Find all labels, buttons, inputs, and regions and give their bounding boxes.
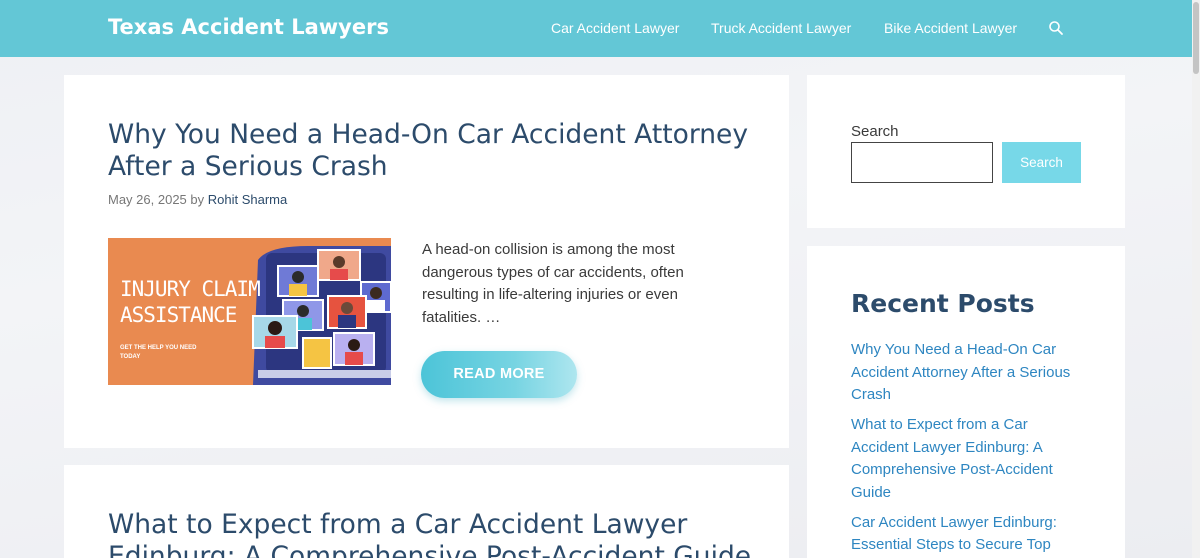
scrollbar-thumb[interactable] bbox=[1193, 2, 1199, 74]
thumbnail-subtitle: GET THE HELP YOU NEED TODAY bbox=[120, 345, 197, 360]
search-input[interactable] bbox=[851, 142, 993, 183]
post-author[interactable]: Rohit Sharma bbox=[208, 192, 287, 207]
nav-car-accident-lawyer[interactable]: Car Accident Lawyer bbox=[551, 20, 679, 36]
search-widget: Search Search bbox=[807, 75, 1125, 228]
read-more-button[interactable]: READ MORE bbox=[421, 351, 577, 398]
recent-posts-title: Recent Posts bbox=[851, 289, 1035, 318]
post-by: by bbox=[190, 192, 205, 207]
site-header: Texas Accident Lawyers Car Accident Lawy… bbox=[0, 0, 1200, 57]
nav-truck-accident-lawyer[interactable]: Truck Accident Lawyer bbox=[711, 20, 851, 36]
scrollbar[interactable] bbox=[1192, 0, 1200, 558]
recent-post-link[interactable]: Why You Need a Head-On Car Accident Atto… bbox=[851, 339, 1081, 407]
post-card: What to Expect from a Car Accident Lawye… bbox=[64, 465, 789, 558]
nav-bike-accident-lawyer[interactable]: Bike Accident Lawyer bbox=[884, 20, 1017, 36]
post-title[interactable]: Why You Need a Head-On Car Accident Atto… bbox=[108, 119, 748, 183]
post-excerpt: A head-on collision is among the most da… bbox=[422, 241, 684, 326]
post-meta: May 26, 2025 by Rohit Sharma bbox=[108, 192, 287, 207]
recent-posts-list: Why You Need a Head-On Car Accident Atto… bbox=[851, 339, 1081, 558]
post-thumbnail[interactable]: INJURY CLAIM ASSISTANCE GET THE HELP YOU… bbox=[108, 238, 391, 385]
recent-posts-widget: Recent Posts Why You Need a Head-On Car … bbox=[807, 246, 1125, 558]
recent-post-link[interactable]: Car Accident Lawyer Edinburg: Essential … bbox=[851, 512, 1081, 557]
search-button[interactable]: Search bbox=[1002, 142, 1081, 183]
post-title[interactable]: What to Expect from a Car Accident Lawye… bbox=[108, 509, 751, 558]
post-date: May 26, 2025 bbox=[108, 192, 187, 207]
search-icon[interactable] bbox=[1048, 20, 1064, 36]
thumbnail-title: INJURY CLAIM ASSISTANCE bbox=[120, 277, 261, 327]
search-label: Search bbox=[851, 123, 899, 140]
post-card: Why You Need a Head-On Car Accident Atto… bbox=[64, 75, 789, 448]
site-title[interactable]: Texas Accident Lawyers bbox=[108, 15, 389, 39]
recent-post-link[interactable]: What to Expect from a Car Accident Lawye… bbox=[851, 414, 1081, 504]
